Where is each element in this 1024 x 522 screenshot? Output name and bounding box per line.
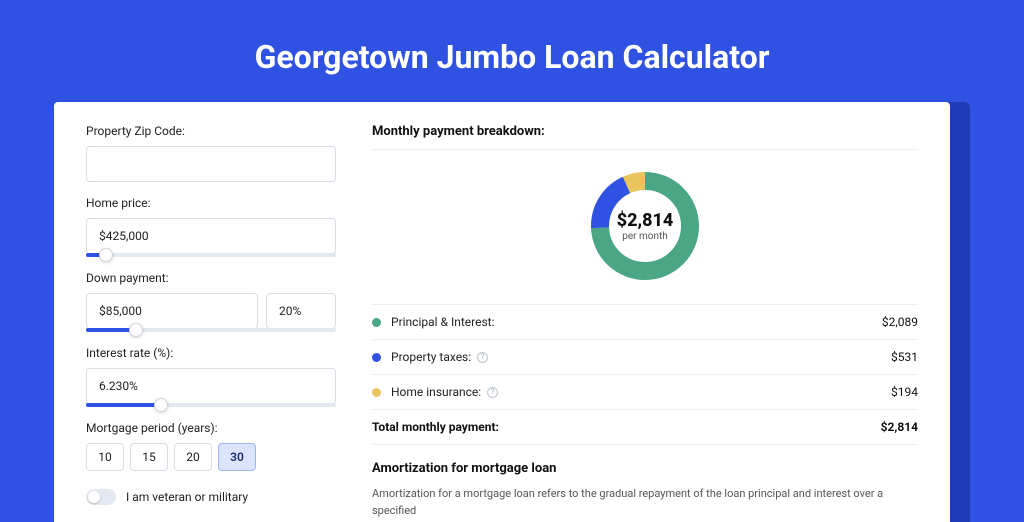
legend-label: Home insurance:? <box>391 385 891 399</box>
veteran-toggle[interactable] <box>86 489 116 505</box>
donut-center-value: $2,814 <box>617 210 674 231</box>
period-option-10[interactable]: 10 <box>86 443 124 471</box>
down-payment-percent-input[interactable] <box>266 293 336 329</box>
down-payment-slider[interactable] <box>86 328 336 332</box>
info-icon[interactable]: ? <box>487 387 498 398</box>
legend-dot <box>372 318 381 327</box>
zip-label: Property Zip Code: <box>86 124 336 138</box>
amortization-title: Amortization for mortgage loan <box>372 445 918 486</box>
legend-total-amount: $2,814 <box>881 420 918 434</box>
breakdown-panel: Monthly payment breakdown: $2,814 per mo… <box>372 124 918 522</box>
zip-field: Property Zip Code: <box>86 124 336 182</box>
home-price-input[interactable] <box>86 218 336 254</box>
down-payment-label: Down payment: <box>86 271 336 285</box>
home-price-field: Home price: <box>86 196 336 257</box>
legend-amount: $531 <box>891 350 918 364</box>
info-icon[interactable]: ? <box>477 352 488 363</box>
legend-dot <box>372 388 381 397</box>
interest-rate-input[interactable] <box>86 368 336 404</box>
donut-chart: $2,814 per month <box>585 166 705 286</box>
zip-input[interactable] <box>86 146 336 182</box>
down-payment-field: Down payment: <box>86 271 336 332</box>
period-option-30[interactable]: 30 <box>218 443 256 471</box>
veteran-label: I am veteran or military <box>126 490 248 504</box>
veteran-row: I am veteran or military <box>86 489 336 505</box>
legend-label: Property taxes:? <box>391 350 891 364</box>
form-panel: Property Zip Code: Home price: Down paym… <box>86 124 336 522</box>
legend-total-label: Total monthly payment: <box>372 420 881 434</box>
legend-label: Principal & Interest: <box>391 315 882 329</box>
legend-total-row: Total monthly payment:$2,814 <box>372 410 918 445</box>
legend-amount: $194 <box>891 385 918 399</box>
legend: Principal & Interest:$2,089Property taxe… <box>372 304 918 445</box>
page-title: Georgetown Jumbo Loan Calculator <box>0 0 1024 102</box>
breakdown-title: Monthly payment breakdown: <box>372 124 918 150</box>
donut-center-sub: per month <box>622 231 668 242</box>
card-backer: Property Zip Code: Home price: Down paym… <box>54 102 970 522</box>
donut-chart-wrap: $2,814 per month <box>372 150 918 304</box>
down-payment-amount-input[interactable] <box>86 293 258 329</box>
home-price-label: Home price: <box>86 196 336 210</box>
amortization-text: Amortization for a mortgage loan refers … <box>372 486 918 519</box>
period-option-20[interactable]: 20 <box>174 443 212 471</box>
mortgage-period-field: Mortgage period (years): 10152030 <box>86 421 336 471</box>
legend-dot <box>372 353 381 362</box>
interest-rate-label: Interest rate (%): <box>86 346 336 360</box>
mortgage-period-options: 10152030 <box>86 443 336 471</box>
calculator-card: Property Zip Code: Home price: Down paym… <box>54 102 950 522</box>
legend-row: Property taxes:?$531 <box>372 340 918 375</box>
legend-row: Principal & Interest:$2,089 <box>372 305 918 340</box>
legend-amount: $2,089 <box>882 315 918 329</box>
mortgage-period-label: Mortgage period (years): <box>86 421 336 435</box>
period-option-15[interactable]: 15 <box>130 443 168 471</box>
home-price-slider[interactable] <box>86 253 336 257</box>
interest-rate-slider[interactable] <box>86 403 336 407</box>
interest-rate-field: Interest rate (%): <box>86 346 336 407</box>
legend-row: Home insurance:?$194 <box>372 375 918 410</box>
